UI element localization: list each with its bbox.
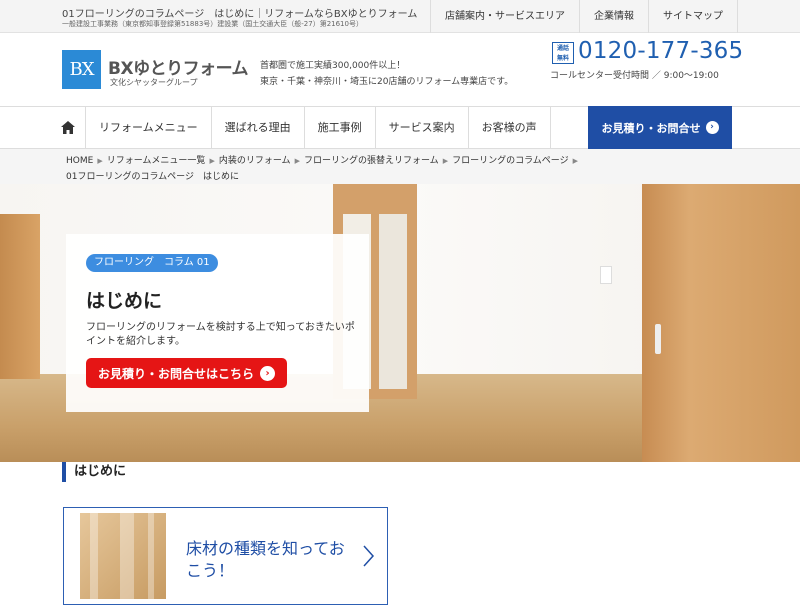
badge-line-1: 通話 [556,45,569,52]
breadcrumb-separator-icon: ▶ [209,157,215,165]
nav-item-voices[interactable]: お客様の声 [467,107,551,148]
section-heading: はじめに [62,462,126,482]
utility-link-sitemap[interactable]: サイトマップ [648,0,738,33]
logo-subtext: 文化シヤッターグループ [110,78,198,87]
license-line: 一般建設工事業務（東京都知事登録第51883号）建設業（国土交通大臣（般-27）… [62,20,363,28]
column-link-card[interactable]: 床材の種類を知っておこう！ [63,507,388,605]
hero-description: フローリングのリフォームを検討する上で知っておきたいポイントを紹介します。 [86,322,355,347]
phone-number[interactable]: 0120-177-365 [578,38,743,64]
hero-door-left [0,214,40,379]
nav-item-reform-menu[interactable]: リフォームメニュー [85,107,211,148]
nav-item-cases[interactable]: 施工事例 [303,107,375,148]
nav-contact-button[interactable]: お見積り・お問合せ › [588,106,732,149]
thumbnail-highlight [90,513,98,599]
hero-door-handle [655,324,661,354]
hero-light-switch [600,266,612,284]
tagline-line-1: 首都圏で施工実績300,000件以上！ [260,61,406,71]
thumbnail-highlight [120,513,134,599]
hero-title: はじめに [86,290,163,312]
breadcrumb: HOME ▶ リフォームメニュー一覧 ▶ 内装のリフォーム ▶ フローリングの張替えリフォー… [0,149,800,184]
call-center-hours: コールセンター受付時間 ／ 9:00～19:00 [550,71,719,81]
nav-home[interactable] [51,107,85,148]
chevron-right-icon [363,545,375,567]
home-icon [61,121,75,134]
breadcrumb-separator-icon: ▶ [572,157,579,165]
utility-nav: 店舗案内・サービスエリア 企業情報 サイトマップ [430,0,738,33]
toll-free-badge: 通話 無料 [552,42,574,64]
header-tagline: 首都圏で施工実績300,000件以上！ 東京・千葉・神奈川・埼玉に20店舗のリフ… [260,58,513,90]
breadcrumb-separator-icon: ▶ [442,157,449,165]
main-nav: リフォームメニュー 選ばれる理由 施工事例 サービス案内 お客様の声 お見積り・… [0,106,800,149]
nav-contact-label: お見積り・お問合せ [601,121,701,135]
top-bar: 01フローリングのコラムページ はじめに｜リフォームならBXゆとりフォーム 一般… [0,0,800,33]
breadcrumb-current: 01フローリングのコラムページ はじめに [66,172,240,182]
tagline-line-2: 東京・千葉・神奈川・埼玉に20店舗のリフォーム専業店です。 [260,77,514,87]
breadcrumb-separator-icon: ▶ [294,157,300,165]
site-header: BX BXゆとりフォーム 文化シヤッターグループ 首都圏で施工実績300,000… [0,34,800,106]
hero-door-glass [379,214,407,389]
logo-mark[interactable]: BX [62,50,101,89]
utility-link-stores[interactable]: 店舗案内・サービスエリア [430,0,579,33]
hero-banner: フローリング コラム 01 はじめに フローリングのリフォームを検討する上で知っ… [0,184,800,462]
column-tag: フローリング コラム 01 [86,254,218,272]
card-title: 床材の種類を知っておこう！ [186,539,345,580]
breadcrumb-column[interactable]: フローリングのコラムページ [452,156,569,166]
hero-door-right [642,184,800,462]
breadcrumb-reform-menu[interactable]: リフォームメニュー一覧 [107,156,206,166]
breadcrumb-flooring[interactable]: フローリングの張替えリフォーム [304,156,439,166]
chevron-right-icon: › [260,365,275,381]
flooring-thumbnail [80,513,166,599]
logo-text[interactable]: BXゆとりフォーム [108,54,249,79]
utility-link-company[interactable]: 企業情報 [579,0,648,33]
hero-card: フローリング コラム 01 はじめに フローリングのリフォームを検討する上で知っ… [66,234,369,412]
badge-line-2: 無料 [556,55,569,62]
breadcrumb-separator-icon: ▶ [97,157,103,165]
thumbnail-highlight [148,513,154,599]
hero-contact-button[interactable]: お見積り・お問合せはこちら › [86,358,287,388]
nav-item-reasons[interactable]: 選ばれる理由 [210,107,304,148]
breadcrumb-home[interactable]: HOME [66,156,93,166]
hero-contact-label: お見積り・お問合せはこちら [97,366,254,381]
breadcrumb-interior[interactable]: 内装のリフォーム [219,156,291,166]
chevron-right-icon: › [705,121,719,134]
nav-item-services[interactable]: サービス案内 [374,107,468,148]
page-title-line: 01フローリングのコラムページ はじめに｜リフォームならBXゆとりフォーム [62,9,418,20]
